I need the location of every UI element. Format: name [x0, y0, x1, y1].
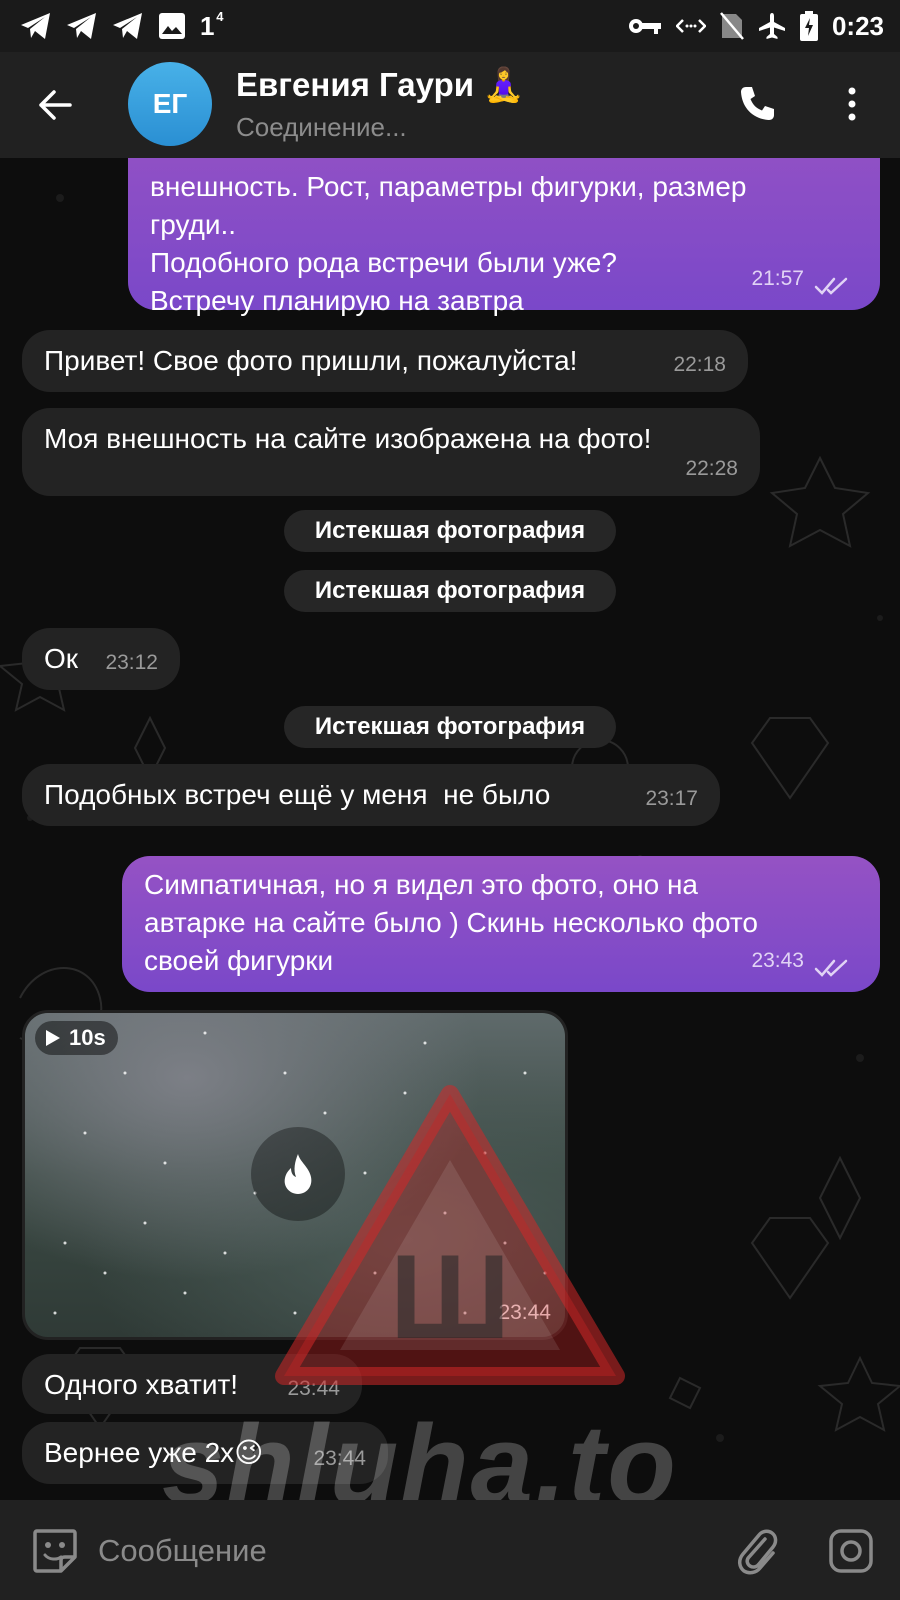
- message-composer: Сообщение: [0, 1500, 900, 1600]
- status-bar-system: 0:23: [628, 10, 884, 42]
- back-button[interactable]: [30, 80, 80, 130]
- message-text-line: внешность. Рост, параметры фигурки, разм…: [150, 171, 747, 202]
- message-text-line: Симпатичная, но я видел это фото, оно на: [144, 869, 698, 900]
- message-text: Ок: [44, 643, 79, 674]
- sticker-icon: [33, 1529, 77, 1573]
- message-text-line: автарке на сайте было ) Скинь несколько …: [144, 907, 758, 938]
- expired-photo-notice: Истекшая фотография: [284, 570, 616, 612]
- key-icon: [628, 19, 661, 34]
- video-duration: 10s: [69, 1025, 106, 1050]
- attach-button[interactable]: [730, 1524, 784, 1578]
- call-button[interactable]: [732, 76, 782, 132]
- message-text: Одного хватит!: [44, 1369, 239, 1400]
- telegram-icon: [113, 13, 142, 39]
- telegram-icon: [67, 13, 96, 39]
- double-check-icon: [814, 959, 848, 977]
- message-incoming[interactable]: Моя внешность на сайте изображена на фот…: [22, 408, 760, 496]
- telegram-icon: [21, 13, 50, 39]
- avatar[interactable]: ЕГ: [128, 62, 212, 146]
- message-text: Моя внешность на сайте изображена на фот…: [44, 423, 652, 454]
- status-bar-notifications: 14: [20, 8, 224, 42]
- video-duration-badge: 10s: [35, 1021, 118, 1055]
- message-text: Привет! Свое фото пришли, пожалуйста!: [44, 345, 578, 376]
- message-incoming[interactable]: Подобных встреч ещё у меня не было 23:17: [22, 764, 720, 826]
- message-text-line: груди..: [150, 209, 237, 240]
- connection-status: Соединение...: [236, 112, 407, 142]
- battery-charging-icon: [799, 11, 818, 41]
- emoji-button[interactable]: [28, 1524, 82, 1578]
- message-text: Подобных встреч ещё у меня не было: [44, 779, 551, 810]
- paperclip-icon: [738, 1529, 778, 1575]
- message-time: 23:43: [751, 949, 804, 972]
- status-bar: 14 0:23: [0, 0, 900, 52]
- video-message-button[interactable]: [824, 1524, 878, 1578]
- message-incoming[interactable]: Ок 23:12: [22, 628, 180, 690]
- message-input[interactable]: Сообщение: [98, 1524, 698, 1578]
- camera-icon: [829, 1529, 873, 1573]
- more-options-button[interactable]: [832, 76, 872, 132]
- no-sim-icon: [719, 12, 744, 40]
- play-icon: [46, 1030, 60, 1046]
- message-time: 22:18: [673, 353, 726, 376]
- phone-icon: [741, 87, 774, 120]
- image-icon: [159, 13, 185, 39]
- expired-photo-notice: Истекшая фотография: [284, 706, 616, 748]
- arrow-left-icon: [39, 90, 72, 120]
- message-time: 21:57: [751, 267, 804, 290]
- data-saver-icon: [675, 19, 706, 33]
- notification-count: 14: [200, 8, 224, 41]
- contact-name[interactable]: Евгения Гаури 🧘‍♀️: [236, 66, 524, 105]
- clock: 0:23: [831, 10, 884, 41]
- message-outgoing[interactable]: внешность. Рост, параметры фигурки, разм…: [128, 158, 880, 316]
- message-time: 23:12: [105, 651, 158, 674]
- expired-photo-notice: Истекшая фотография: [284, 510, 616, 552]
- message-outgoing[interactable]: Симпатичная, но я видел это фото, оно на…: [122, 856, 880, 992]
- airplane-icon: [758, 13, 785, 39]
- avatar-initials: ЕГ: [152, 88, 188, 119]
- chat-header: ЕГ Евгения Гаури 🧘‍♀️ Соединение...: [0, 52, 900, 158]
- watermark-logo: Ш: [275, 1085, 625, 1385]
- message-time: 22:28: [685, 457, 738, 480]
- watermark-glyph: Ш: [390, 1230, 511, 1364]
- double-check-icon: [814, 277, 848, 295]
- message-incoming[interactable]: Привет! Свое фото пришли, пожалуйста! 22…: [22, 330, 748, 392]
- message-time: 23:17: [645, 787, 698, 810]
- more-vertical-icon: [848, 87, 856, 121]
